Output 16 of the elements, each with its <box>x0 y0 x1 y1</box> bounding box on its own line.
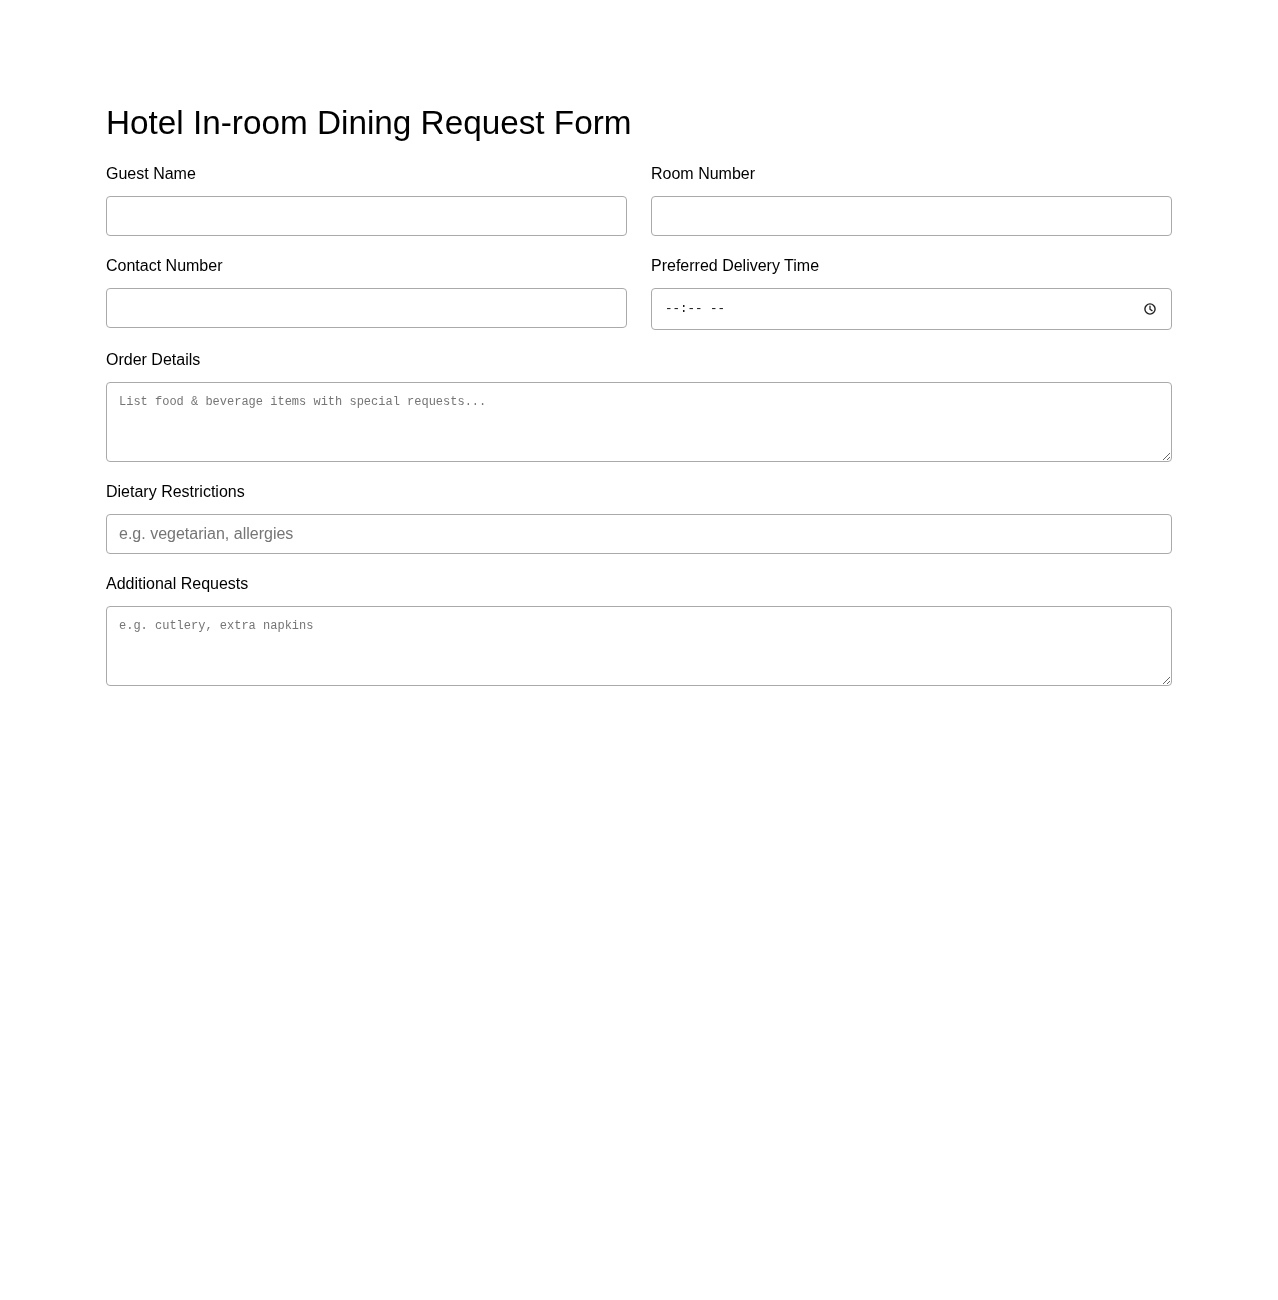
clock-icon <box>1144 303 1156 315</box>
field-label: Guest Name <box>106 164 196 184</box>
field-label: Order Details <box>106 350 201 370</box>
form-title: Hotel In-room Dining Request Form <box>106 104 633 142</box>
field-label: Additional Requests <box>106 574 249 594</box>
field-label: Preferred Delivery Time <box>651 256 820 276</box>
field-label: Room Number <box>651 164 756 184</box>
text-area[interactable]: e.g. cutlery, extra napkins <box>106 606 1172 686</box>
time-field[interactable]: --:-- -- <box>651 288 1172 330</box>
text-field[interactable] <box>651 196 1172 236</box>
text-field[interactable]: e.g. vegetarian, allergies <box>106 514 1172 554</box>
field-label: Dietary Restrictions <box>106 482 245 502</box>
field-label: Contact Number <box>106 256 223 276</box>
text-field[interactable] <box>106 196 627 236</box>
text-area[interactable]: List food & beverage items with special requests... <box>106 382 1172 462</box>
text-field[interactable] <box>106 288 627 328</box>
